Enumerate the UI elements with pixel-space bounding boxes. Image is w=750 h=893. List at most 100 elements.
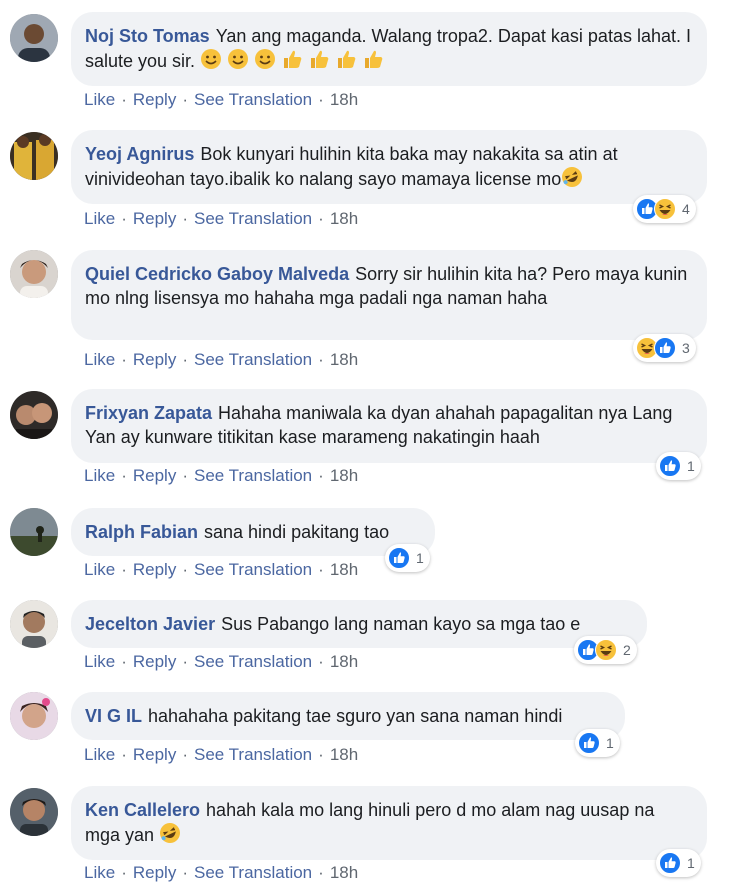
rolling-laugh-icon <box>160 823 181 843</box>
reaction-count: 1 <box>606 735 614 751</box>
comment-actions: Like · Reply · See Translation · 18h <box>84 466 358 486</box>
reply-link[interactable]: Reply <box>133 90 176 109</box>
like-reaction-icon <box>659 852 681 874</box>
separator-dot: · <box>318 652 324 671</box>
comment-author[interactable]: Ken Callelero <box>85 800 200 820</box>
like-reaction-icon <box>578 732 600 754</box>
comment-timestamp[interactable]: 18h <box>330 745 358 764</box>
comment-author[interactable]: Ralph Fabian <box>85 522 198 542</box>
reaction-count: 1 <box>687 458 695 474</box>
like-link[interactable]: Like <box>84 90 115 109</box>
haha-reaction-icon <box>595 639 617 661</box>
reply-link[interactable]: Reply <box>133 350 176 369</box>
comment-bubble: Yeoj Agnirus Bok kunyari hulihin kita bak… <box>71 130 707 204</box>
comment-bubble: VI G IL hahahaha pakitang tae sguro yan s… <box>71 692 625 740</box>
like-link[interactable]: Like <box>84 652 115 671</box>
comment-author[interactable]: Yeoj Agnirus <box>85 144 194 164</box>
like-reaction-icon <box>388 547 410 569</box>
separator-dot: · <box>121 90 127 109</box>
separator-dot: · <box>318 745 324 764</box>
reply-link[interactable]: Reply <box>133 466 176 485</box>
comment-bubble: Noj Sto Tomas Yan ang maganda. Walang tro… <box>71 12 707 86</box>
like-link[interactable]: Like <box>84 745 115 764</box>
comment-bubble: Quiel Cedricko Gaboy Malveda Sorry sir hu… <box>71 250 707 340</box>
comment-actions: Like · Reply · See Translation · 18h <box>84 652 358 672</box>
comment-timestamp[interactable]: 18h <box>330 652 358 671</box>
separator-dot: · <box>318 560 324 579</box>
separator-dot: · <box>318 350 324 369</box>
avatar[interactable] <box>10 14 58 62</box>
smiling-face-icon <box>255 49 276 69</box>
comment-timestamp[interactable]: 18h <box>330 209 358 228</box>
comment-actions: Like · Reply · See Translation · 18h <box>84 350 358 370</box>
comment-actions: Like · Reply · See Translation · 18h <box>84 90 358 110</box>
like-link[interactable]: Like <box>84 209 115 228</box>
separator-dot: · <box>121 745 127 764</box>
comment-bubble: Ken Callelero hahah kala mo lang hinuli p… <box>71 786 707 860</box>
separator-dot: · <box>121 863 127 882</box>
separator-dot: · <box>182 652 188 671</box>
comment-author[interactable]: VI G IL <box>85 706 142 726</box>
avatar[interactable] <box>10 600 58 648</box>
reply-link[interactable]: Reply <box>133 560 176 579</box>
like-link[interactable]: Like <box>84 863 115 882</box>
thumbs-up-icon <box>338 50 356 68</box>
comment-bubble: Ralph Fabian sana hindi pakitang tao <box>71 508 435 556</box>
reaction-summary[interactable]: 1 <box>385 544 430 572</box>
comment-timestamp[interactable]: 18h <box>330 466 358 485</box>
comment-timestamp[interactable]: 18h <box>330 90 358 109</box>
separator-dot: · <box>318 90 324 109</box>
like-reaction-icon <box>654 337 676 359</box>
separator-dot: · <box>121 560 127 579</box>
avatar[interactable] <box>10 250 58 298</box>
reaction-count: 2 <box>623 642 631 658</box>
comment-timestamp[interactable]: 18h <box>330 560 358 579</box>
separator-dot: · <box>182 466 188 485</box>
reply-link[interactable]: Reply <box>133 209 176 228</box>
see-translation-link[interactable]: See Translation <box>194 209 312 228</box>
comment-timestamp[interactable]: 18h <box>330 350 358 369</box>
comment-author[interactable]: Frixyan Zapata <box>85 403 212 423</box>
reply-link[interactable]: Reply <box>133 652 176 671</box>
separator-dot: · <box>121 466 127 485</box>
reaction-count: 3 <box>682 340 690 356</box>
separator-dot: · <box>182 350 188 369</box>
separator-dot: · <box>182 745 188 764</box>
reaction-summary[interactable]: 1 <box>656 849 701 877</box>
separator-dot: · <box>318 863 324 882</box>
reaction-summary[interactable]: 4 <box>633 195 696 223</box>
reaction-count: 4 <box>682 201 690 217</box>
comment-author[interactable]: Noj Sto Tomas <box>85 26 210 46</box>
comment-bubble: Frixyan Zapata Hahaha maniwala ka dyan ah… <box>71 389 707 463</box>
reaction-summary[interactable]: 1 <box>575 729 620 757</box>
like-link[interactable]: Like <box>84 560 115 579</box>
reaction-summary[interactable]: 2 <box>574 636 637 664</box>
avatar[interactable] <box>10 788 58 836</box>
see-translation-link[interactable]: See Translation <box>194 466 312 485</box>
see-translation-link[interactable]: See Translation <box>194 350 312 369</box>
separator-dot: · <box>182 863 188 882</box>
like-link[interactable]: Like <box>84 350 115 369</box>
comment-author[interactable]: Quiel Cedricko Gaboy Malveda <box>85 264 349 284</box>
reply-link[interactable]: Reply <box>133 745 176 764</box>
avatar[interactable] <box>10 692 58 740</box>
avatar[interactable] <box>10 391 58 439</box>
avatar[interactable] <box>10 132 58 180</box>
reply-link[interactable]: Reply <box>133 863 176 882</box>
like-reaction-icon <box>659 455 681 477</box>
like-link[interactable]: Like <box>84 466 115 485</box>
see-translation-link[interactable]: See Translation <box>194 560 312 579</box>
see-translation-link[interactable]: See Translation <box>194 863 312 882</box>
comment-actions: Like · Reply · See Translation · 18h <box>84 560 358 580</box>
see-translation-link[interactable]: See Translation <box>194 652 312 671</box>
avatar[interactable] <box>10 508 58 556</box>
reaction-summary[interactable]: 1 <box>656 452 701 480</box>
comment-author[interactable]: Jecelton Javier <box>85 614 215 634</box>
comment-timestamp[interactable]: 18h <box>330 863 358 882</box>
separator-dot: · <box>121 209 127 228</box>
see-translation-link[interactable]: See Translation <box>194 90 312 109</box>
comment-text: hahahaha pakitang tae sguro yan sana nam… <box>148 706 563 726</box>
reaction-summary[interactable]: 3 <box>633 334 696 362</box>
see-translation-link[interactable]: See Translation <box>194 745 312 764</box>
comment-actions: Like · Reply · See Translation · 18h <box>84 863 358 883</box>
